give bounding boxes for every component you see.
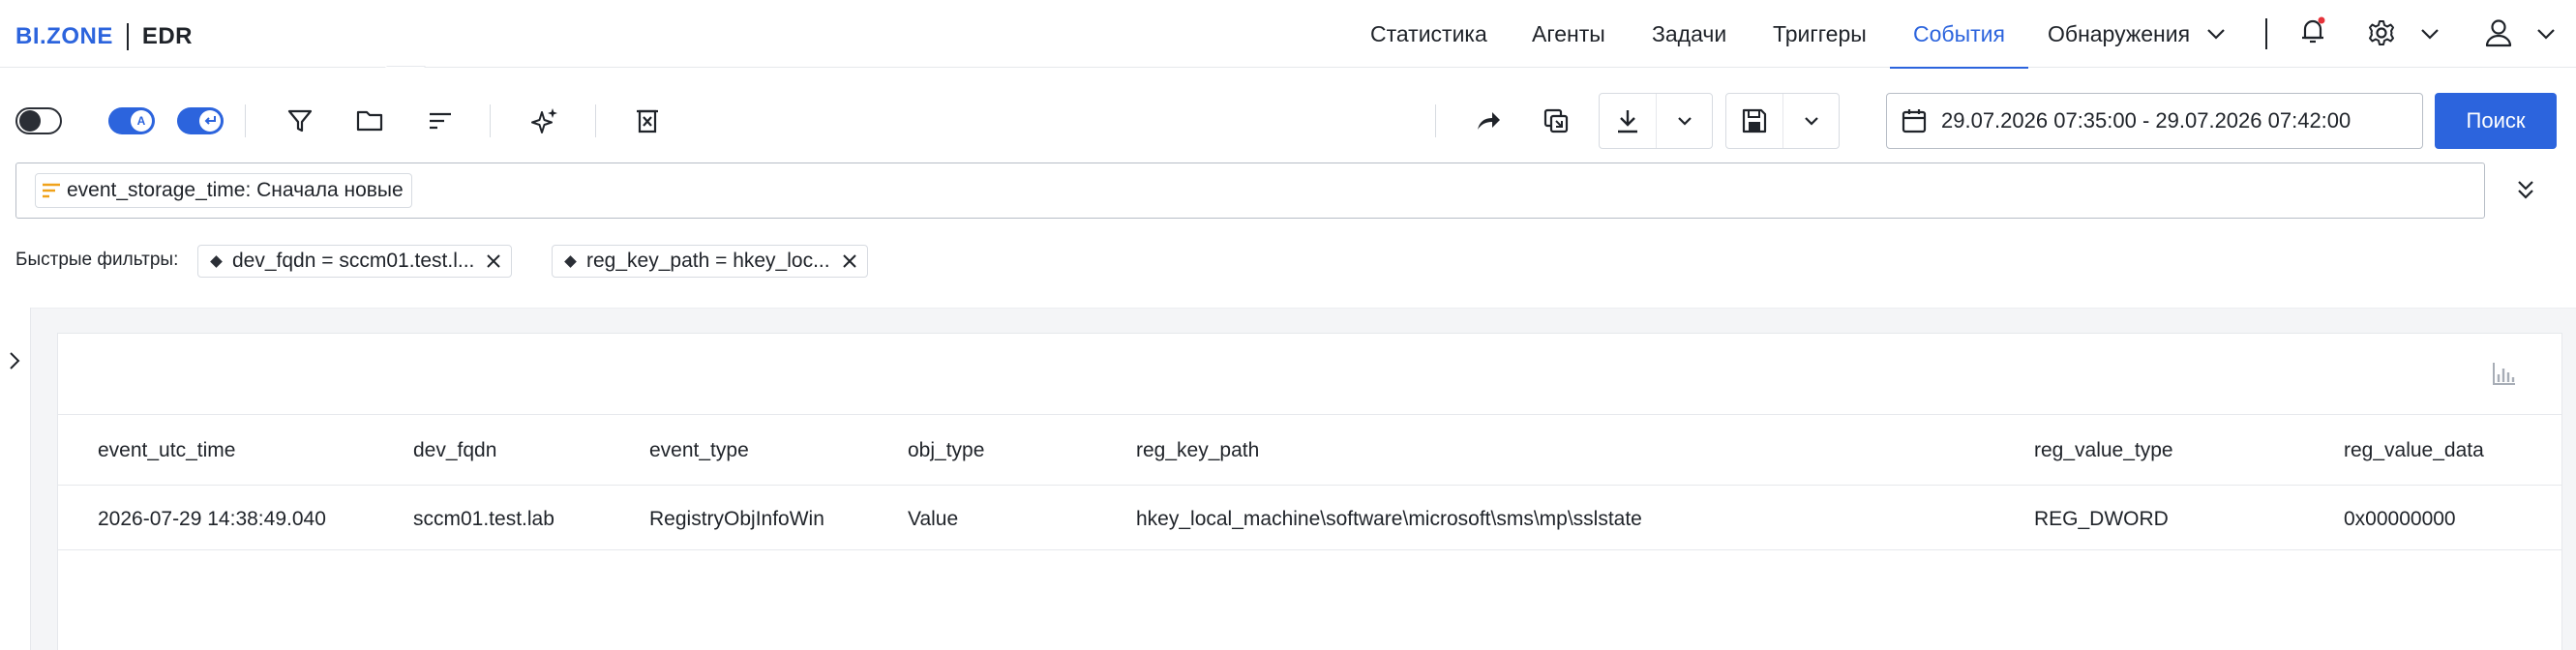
toggle-knob — [19, 110, 41, 132]
bar-chart-icon[interactable] — [2491, 361, 2516, 386]
logo-divider — [126, 23, 129, 50]
copy-icon[interactable] — [1543, 107, 1570, 134]
table-cell: REG_DWORD — [2034, 508, 2169, 530]
chevron-down-icon — [1676, 112, 1693, 130]
close-icon[interactable] — [486, 253, 501, 269]
quick-filters-label: Быстрые фильтры: — [15, 250, 179, 270]
column-header[interactable]: obj_type — [908, 439, 984, 462]
folder-icon[interactable] — [356, 108, 383, 133]
table-cell: Value — [908, 508, 959, 530]
code-view-toggle[interactable] — [15, 107, 62, 134]
table-cell: 2026-07-29 14:38:49.040 — [98, 508, 326, 530]
letter-a-icon: A — [131, 110, 152, 132]
logo[interactable]: BI.ZONE EDR — [15, 22, 193, 51]
filter-icon[interactable] — [286, 107, 314, 134]
date-range-picker[interactable]: 29.07.2026 07:35:00 - 29.07.2026 07:42:0… — [1886, 93, 2423, 149]
nav-item-detections[interactable]: Обнаружения — [2048, 0, 2190, 68]
toolbar-divider — [245, 104, 246, 137]
logo-brand: BI.ZONE — [15, 23, 113, 49]
save-button-group — [1725, 93, 1840, 149]
column-header[interactable]: event_utc_time — [98, 439, 235, 462]
sort-icon[interactable] — [428, 109, 453, 133]
column-header[interactable]: reg_value_type — [2034, 439, 2173, 462]
gear-icon[interactable] — [2367, 18, 2396, 47]
settings-chevron-down-icon[interactable] — [2419, 23, 2441, 44]
sort-chip-label: event_storage_time: Сначала новые — [67, 179, 404, 201]
autocomplete-toggle[interactable]: A — [108, 107, 155, 134]
results-table-panel: event_utc_time dev_fqdn event_type obj_t… — [57, 333, 2562, 650]
toolbar-divider — [490, 104, 491, 137]
quick-filter-chip[interactable]: reg_key_path = hkey_loc... — [552, 245, 868, 278]
diamond-icon — [564, 254, 577, 268]
save-button[interactable] — [1726, 94, 1782, 148]
table-cell: 0x00000000 — [2344, 508, 2456, 530]
nav-item-triggers[interactable]: Триггеры — [1773, 0, 1867, 68]
quick-filter-text: reg_key_path = hkey_loc... — [586, 250, 830, 272]
enter-icon — [199, 110, 221, 132]
share-icon[interactable] — [1475, 109, 1502, 133]
quick-filter-text: dev_fqdn = sccm01.test.l... — [232, 250, 475, 272]
close-icon[interactable] — [842, 253, 857, 269]
enter-submit-toggle[interactable] — [177, 107, 224, 134]
sparkles-icon[interactable] — [530, 106, 559, 135]
date-range-value: 29.07.2026 07:35:00 - 29.07.2026 07:42:0… — [1941, 108, 2351, 133]
expand-query-icon[interactable] — [2514, 178, 2537, 203]
bell-icon[interactable] — [2299, 16, 2326, 45]
sort-chip[interactable]: event_storage_time: Сначала новые — [35, 173, 412, 208]
nav-item-events[interactable]: События — [1890, 0, 2028, 69]
table-cell: hkey_local_machine\software\microsoft\sm… — [1136, 508, 1642, 530]
column-header[interactable]: reg_key_path — [1136, 439, 1259, 462]
query-input[interactable]: event_storage_time: Сначала новые — [15, 162, 2485, 219]
search-button[interactable]: Поиск — [2435, 93, 2557, 149]
download-options-button[interactable] — [1656, 94, 1712, 148]
nav-item-statistics[interactable]: Статистика — [1370, 0, 1487, 68]
header-notch — [377, 66, 426, 75]
clear-query-icon[interactable] — [635, 107, 660, 134]
save-options-button[interactable] — [1782, 94, 1839, 148]
nav-item-tasks[interactable]: Задачи — [1652, 0, 1726, 68]
column-header[interactable]: dev_fqdn — [413, 439, 496, 462]
nav-item-agents[interactable]: Агенты — [1532, 0, 1605, 68]
diamond-icon — [210, 254, 223, 268]
logo-product: EDR — [141, 23, 194, 49]
side-panel-collapsed[interactable] — [0, 308, 31, 650]
table-cell: RegistryObjInfoWin — [649, 508, 824, 530]
toolbar-divider — [1435, 104, 1436, 137]
chevron-down-icon[interactable] — [2205, 23, 2227, 44]
column-header[interactable]: event_type — [649, 439, 749, 462]
chevron-down-icon — [1803, 112, 1820, 130]
top-navigation-bar: BI.ZONE EDR Статистика Агенты Задачи Три… — [0, 0, 2576, 69]
nav-divider — [2265, 18, 2267, 49]
sort-order-icon — [42, 182, 61, 199]
panel-toolbar — [58, 334, 2561, 415]
header-divider — [58, 485, 2561, 486]
user-icon[interactable] — [2484, 17, 2513, 48]
quick-filter-chip[interactable]: dev_fqdn = sccm01.test.l... — [197, 245, 513, 278]
table-cell: sccm01.test.lab — [413, 508, 554, 530]
calendar-icon — [1901, 107, 1928, 134]
download-button-group — [1599, 93, 1713, 149]
column-header[interactable]: reg_value_data — [2344, 439, 2484, 462]
user-chevron-down-icon[interactable] — [2535, 23, 2557, 44]
chevron-right-icon[interactable] — [7, 350, 22, 371]
download-icon — [1615, 107, 1640, 134]
download-button[interactable] — [1600, 94, 1656, 148]
floppy-disk-icon — [1741, 107, 1768, 134]
row-divider — [58, 549, 2561, 550]
toolbar-divider — [595, 104, 596, 137]
